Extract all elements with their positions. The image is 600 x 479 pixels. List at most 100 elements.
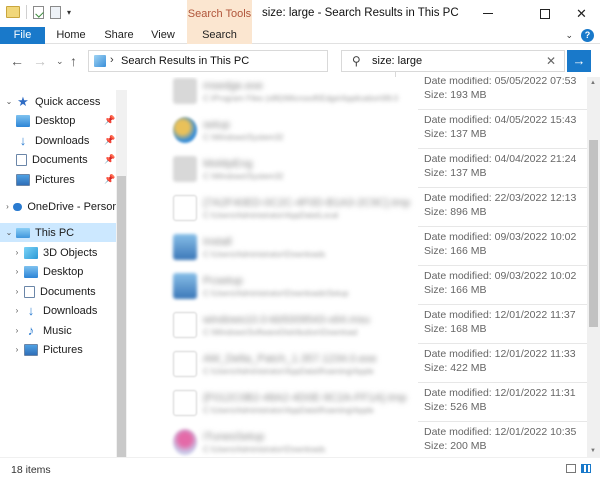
- breadcrumb-chevron-icon[interactable]: ›: [110, 54, 114, 66]
- nav-item-label: Documents: [40, 285, 96, 298]
- list-item[interactable]: setup C:\Windows\System32 Date modified:…: [128, 111, 587, 149]
- nav-item-3d-objects[interactable]: › 3D Objects: [0, 243, 116, 262]
- list-item[interactable]: MsMpEng C:\Windows\System32 Date modifie…: [128, 150, 587, 188]
- minimize-button[interactable]: [465, 0, 510, 27]
- file-size: Size: 200 MB: [424, 440, 487, 452]
- nav-item-label: Music: [43, 324, 72, 337]
- nav-item-desktop[interactable]: › Desktop: [0, 262, 116, 281]
- file-size: Size: 166 MB: [424, 284, 487, 296]
- nav-item-onedrive[interactable]: › OneDrive - Persor: [0, 197, 116, 216]
- date-modified: Date modified: 04/04/2022 21:24: [424, 153, 577, 165]
- expand-ribbon-chevron-icon[interactable]: ⌄: [565, 30, 573, 41]
- nav-item-documents-pinned[interactable]: Documents 📌: [0, 150, 116, 169]
- ribbon-tabs: File Home Share View Search ⌄ ?: [0, 27, 600, 44]
- nav-item-this-pc[interactable]: ⌄ This PC: [0, 223, 116, 242]
- star-icon: ★: [17, 93, 29, 109]
- search-icon: ⚲: [352, 54, 361, 68]
- list-item[interactable]: Install C:\Users\Administrator\Downloads…: [128, 228, 587, 266]
- list-item[interactable]: windows10.0-kb5009543-x64.msu C:\Windows…: [128, 306, 587, 344]
- list-item[interactable]: iTunesSetup C:\Users\Administrator\Downl…: [128, 423, 587, 457]
- results-scrollbar-thumb[interactable]: [589, 140, 598, 327]
- folder-icon[interactable]: [6, 6, 20, 18]
- nav-item-downloads[interactable]: › ↓ Downloads: [0, 301, 116, 320]
- list-item[interactable]: {7A2F40ED-0C2C-4F0D-B1A3-2C9C}.tmp C:\Us…: [128, 189, 587, 227]
- file-path: C:\Program Files (x86)\Microsoft\Edge\Ap…: [203, 94, 399, 103]
- file-metadata: Date modified: 12/01/2022 10:35 Size: 20…: [418, 423, 587, 457]
- quick-access-toolbar: ▾: [6, 5, 71, 19]
- file-name: windows10.0-kb5009543-x64.msu: [203, 314, 370, 326]
- search-input[interactable]: size: large: [372, 55, 422, 67]
- pin-icon: 📌: [104, 154, 116, 164]
- expand-chevron-icon[interactable]: ›: [12, 345, 22, 354]
- tab-share[interactable]: Share: [100, 27, 138, 44]
- cube-icon: [24, 246, 38, 259]
- downloads-icon: ↓: [27, 302, 35, 318]
- nav-item-music[interactable]: › ♪ Music: [0, 321, 116, 340]
- nav-item-quick-access[interactable]: ⌄ ★ Quick access: [0, 92, 116, 111]
- customize-toolbar-chevron-icon[interactable]: ▾: [67, 8, 71, 17]
- row-divider: [418, 226, 587, 227]
- nav-item-downloads-pinned[interactable]: ↓ Downloads 📌: [0, 131, 116, 150]
- search-go-button[interactable]: →: [567, 50, 591, 72]
- details-view-icon[interactable]: [566, 464, 576, 473]
- scroll-up-arrow-icon[interactable]: ▲: [590, 80, 596, 86]
- help-icon[interactable]: ?: [581, 29, 594, 42]
- recent-locations-chevron-icon[interactable]: ⌄: [56, 56, 64, 67]
- nav-item-pictures[interactable]: › Pictures: [0, 340, 116, 359]
- tab-file[interactable]: File: [0, 27, 45, 44]
- file-path: C:\Users\Administrator\Downloads\Setup: [203, 289, 349, 298]
- file-icon: [173, 195, 197, 221]
- file-path: C:\Users\Administrator\AppData\Roaming\A…: [203, 406, 374, 415]
- tab-view[interactable]: View: [146, 27, 180, 44]
- date-modified: Date modified: 22/03/2022 12:13: [424, 192, 577, 204]
- tab-search[interactable]: Search: [187, 27, 252, 44]
- nav-scrollbar-thumb[interactable]: [117, 176, 126, 457]
- breadcrumb[interactable]: Search Results in This PC: [121, 55, 249, 67]
- list-item[interactable]: Pcsetup C:\Users\Administrator\Downloads…: [128, 267, 587, 305]
- address-bar[interactable]: › Search Results in This PC ⌄ ↻: [88, 50, 412, 78]
- file-size: Size: 137 MB: [424, 128, 487, 140]
- expand-chevron-icon[interactable]: ›: [12, 287, 22, 296]
- downloads-icon: ↓: [19, 132, 27, 148]
- nav-item-desktop-pinned[interactable]: Desktop 📌: [0, 111, 116, 130]
- scroll-down-arrow-icon[interactable]: ▼: [590, 448, 596, 454]
- back-arrow-icon[interactable]: ←: [10, 53, 24, 69]
- search-box[interactable]: ⚲ size: large ✕: [341, 50, 565, 72]
- collapse-chevron-icon[interactable]: ⌄: [4, 228, 14, 237]
- list-item[interactable]: {F012C0B2-48A2-4D0E-9C2A-FF1A}.tmp C:\Us…: [128, 384, 587, 422]
- file-path: C:\Users\Administrator\Downloads: [203, 445, 326, 454]
- large-icons-view-icon[interactable]: [581, 464, 591, 473]
- forward-arrow-icon[interactable]: →: [33, 53, 47, 69]
- globe-icon: [173, 117, 197, 143]
- file-icon: [173, 312, 197, 338]
- desktop-icon: [24, 265, 38, 278]
- tab-home[interactable]: Home: [52, 27, 90, 44]
- nav-item-label: Pictures: [35, 173, 75, 186]
- navigation-bar: ← → ⌄ ↑ › Search Results in This PC ⌄ ↻ …: [0, 45, 600, 78]
- expand-chevron-icon[interactable]: ›: [4, 202, 11, 211]
- expand-chevron-icon[interactable]: ›: [12, 326, 22, 335]
- search-tools-label: Search Tools: [187, 8, 252, 20]
- expand-chevron-icon[interactable]: ›: [12, 267, 22, 276]
- expand-chevron-icon[interactable]: ›: [12, 306, 22, 315]
- status-bar: 18 items: [0, 457, 600, 479]
- close-button[interactable]: ✕: [559, 0, 600, 27]
- file-path: C:\Users\Administrator\AppData\Local: [203, 211, 339, 220]
- row-divider: [418, 265, 587, 266]
- new-folder-icon[interactable]: [50, 5, 61, 19]
- pictures-icon: [16, 173, 30, 186]
- nav-item-documents[interactable]: › Documents: [0, 282, 116, 301]
- properties-icon[interactable]: [33, 5, 44, 19]
- results-list: msedge.exe C:\Program Files (x86)\Micros…: [128, 77, 587, 457]
- clear-search-icon[interactable]: ✕: [546, 54, 556, 68]
- file-metadata: Date modified: 09/03/2022 10:02 Size: 16…: [418, 267, 587, 305]
- date-modified: Date modified: 12/01/2022 11:31: [424, 387, 576, 399]
- expand-chevron-icon[interactable]: ›: [12, 248, 22, 257]
- collapse-chevron-icon[interactable]: ⌄: [4, 97, 14, 106]
- cloud-icon: [12, 202, 23, 211]
- list-item[interactable]: AM_Delta_Patch_1.357.1234.0.exe C:\Users…: [128, 345, 587, 383]
- nav-item-label: 3D Objects: [43, 246, 98, 259]
- nav-item-pictures-pinned[interactable]: Pictures 📌: [0, 170, 116, 189]
- list-item[interactable]: msedge.exe C:\Program Files (x86)\Micros…: [128, 77, 587, 110]
- up-arrow-icon[interactable]: ↑: [70, 53, 77, 69]
